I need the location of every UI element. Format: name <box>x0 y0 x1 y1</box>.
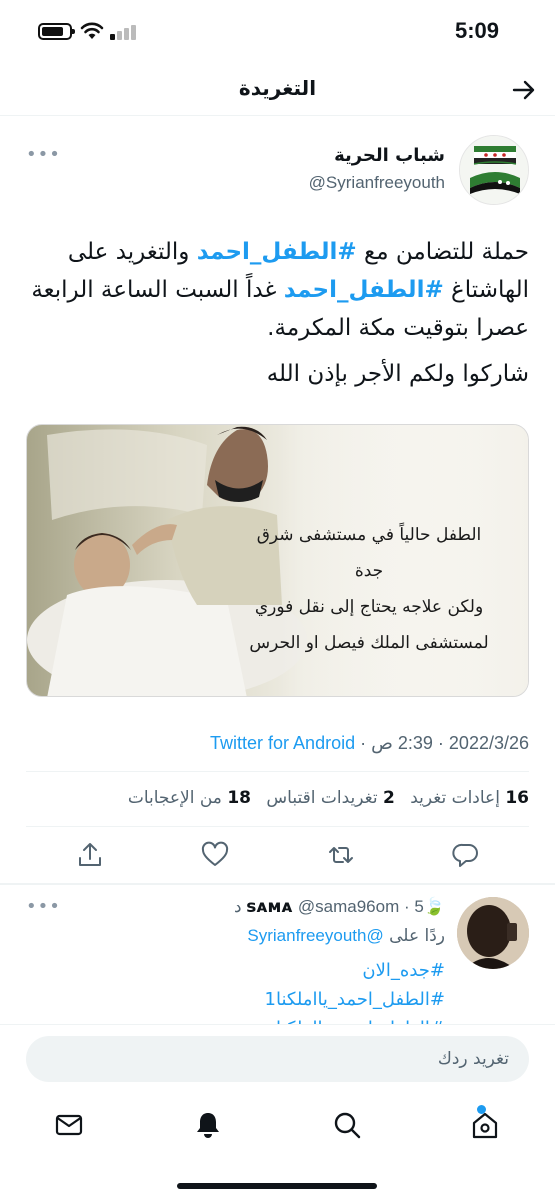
reply-input[interactable] <box>26 1036 529 1082</box>
wifi-icon <box>80 22 104 39</box>
status-bar: 5:09 <box>0 0 555 64</box>
more-options-icon[interactable]: ••• <box>26 144 61 165</box>
messages-icon[interactable] <box>54 1110 84 1140</box>
divider <box>26 826 529 827</box>
avatar[interactable] <box>459 135 529 205</box>
tweet-time: 2:39 ص <box>371 733 433 753</box>
meta-separator: · <box>355 733 372 753</box>
tweet-text-segment: حملة للتضامن مع <box>356 239 529 265</box>
reply-header: 🍃sᴀмᴀ @sama96om · 5 د <box>234 897 445 917</box>
likes-label: من الإعجابات <box>127 788 222 808</box>
replying-to-handle[interactable]: @Syrianfreeyouth <box>247 926 383 945</box>
quotes-label: تغريدات اقتباس <box>266 788 378 808</box>
tweet-text: حملة للتضامن مع #الطفل_احمد والتغريد على… <box>24 233 529 393</box>
image-caption-line: الطفل حالياً في مستشفى شرق جدة <box>256 525 482 581</box>
tweet-actions <box>0 840 555 870</box>
author-handle[interactable]: @Syrianfreeyouth <box>309 173 445 193</box>
image-caption-line: لمستشفى الملك فيصل او الحرس <box>249 633 489 653</box>
tweet-source-link[interactable]: Twitter for Android <box>210 733 355 753</box>
reply-avatar[interactable] <box>457 897 529 969</box>
divider <box>26 771 529 772</box>
retweets-count: 16 <box>505 788 529 808</box>
reply-more-options-icon[interactable]: ••• <box>26 896 61 917</box>
hashtag-link[interactable]: #الطفل_احمد <box>197 239 357 265</box>
notifications-icon[interactable] <box>193 1110 223 1140</box>
reply-text: #جده_الان #الطفل_احمد_يااملكنا1 #الطفل_ا… <box>85 956 445 1026</box>
replying-to: ردًا على @Syrianfreeyouth <box>247 926 445 946</box>
quotes-stat[interactable]: 2 تغريدات اقتباس <box>266 788 394 808</box>
home-icon[interactable] <box>470 1110 500 1140</box>
reply-author-handle[interactable]: @sama96om <box>298 897 399 916</box>
image-caption-line: ولكن علاجه يحتاج إلى نقل فوري <box>254 597 484 617</box>
retweets-label: إعادات تغريد <box>410 788 500 808</box>
reply-avatar-photo <box>457 897 529 969</box>
tweet-paragraph: حملة للتضامن مع #الطفل_احمد والتغريد على… <box>24 233 529 347</box>
page-title: التغريدة <box>238 76 317 100</box>
retweet-icon[interactable] <box>326 840 356 870</box>
home-new-content-dot <box>477 1105 486 1114</box>
leaf-emoji-icon: 🍃 <box>423 897 445 917</box>
tweet-paragraph: شاركوا ولكم الأجر بإذن الله <box>266 361 529 387</box>
reply-author-name[interactable]: sᴀмᴀ <box>246 897 292 917</box>
top-bar: التغريدة <box>0 64 555 116</box>
share-icon[interactable] <box>75 840 105 870</box>
search-icon[interactable] <box>332 1110 362 1140</box>
retweets-stat[interactable]: 16 إعادات تغريد <box>410 788 529 808</box>
like-icon[interactable] <box>200 840 230 870</box>
hashtag-link[interactable]: #جده_الان <box>85 956 445 985</box>
hashtag-link[interactable]: #الطفل_احمد_يااملكنا1 <box>85 985 445 1014</box>
back-arrow-icon[interactable] <box>511 78 537 102</box>
home-indicator[interactable] <box>177 1183 377 1189</box>
tweet-date: 2022/3/26 <box>448 733 529 753</box>
meta-separator: · <box>399 897 415 916</box>
battery-icon <box>38 23 75 40</box>
likes-count: 18 <box>227 788 251 808</box>
meta-separator: · <box>432 733 449 753</box>
section-separator <box>0 883 555 885</box>
cellular-signal-icon <box>110 24 138 40</box>
tweet-metadata: 2022/3/26 · 2:39 ص · Twitter for Android <box>210 733 529 754</box>
clock: 5:09 <box>454 18 499 43</box>
reply-icon[interactable] <box>451 840 481 870</box>
hashtag-link[interactable]: #الطفل_احمد <box>284 277 444 303</box>
replying-to-label: ردًا على <box>389 926 445 946</box>
syrian-free-youth-logo-icon <box>460 136 528 204</box>
likes-stat[interactable]: 18 من الإعجابات <box>128 788 251 808</box>
author-name[interactable]: شباب الحرية <box>334 145 445 166</box>
quotes-count: 2 <box>382 788 395 808</box>
tweet-stats: 16 إعادات تغريد 2 تغريدات اقتباس 18 من ا… <box>118 788 529 808</box>
tweet-image[interactable]: الطفل حالياً في مستشفى شرق جدة ولكن علاج… <box>26 424 529 697</box>
image-caption-text: الطفل حالياً في مستشفى شرق جدة ولكن علاج… <box>244 517 494 661</box>
